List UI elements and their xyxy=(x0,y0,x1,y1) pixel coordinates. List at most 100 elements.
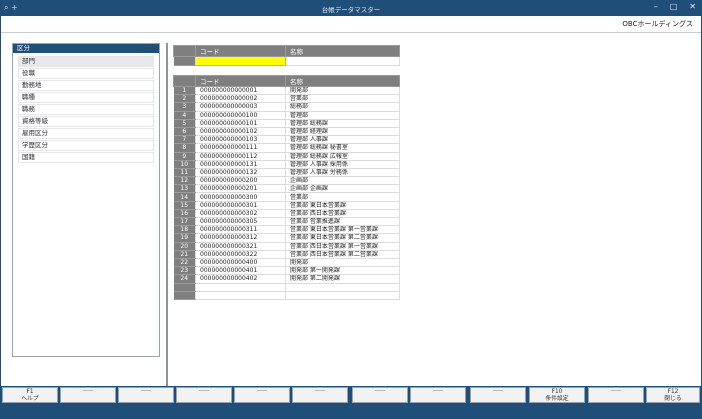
code-column-header[interactable]: コード xyxy=(195,75,286,87)
table-row[interactable]: 14 000000000000300 営業部 xyxy=(173,192,400,202)
name-column-header[interactable]: 名称 xyxy=(285,75,400,87)
table-row[interactable]: 20 000000000000321 営業部 西日本営業課 第一営業課 xyxy=(173,242,400,251)
code-cell: 000000000000101 xyxy=(195,119,286,128)
table-row[interactable]: 9 000000000000112 管理部 総務課 広報室 xyxy=(173,152,400,161)
category-panel-title: 区分 xyxy=(13,44,159,53)
table-row[interactable]: 13 000000000000201 企画部 企画課 xyxy=(173,184,400,194)
name-cell: 営業部 西日本営業課 第二営業課 xyxy=(285,250,400,259)
table-row[interactable]: 18 000000000000311 営業部 東日本営業課 第一営業課 xyxy=(173,225,400,235)
category-item[interactable]: 職種 xyxy=(18,92,154,103)
function-key-tick xyxy=(199,390,209,391)
row-number: 6 xyxy=(173,127,196,137)
function-key-empty[interactable] xyxy=(352,387,408,403)
row-number xyxy=(173,283,196,292)
row-number: 20 xyxy=(173,242,196,251)
function-key-f10[interactable]: F10 条件設定 xyxy=(529,387,585,403)
table-row[interactable]: 3 000000000000003 総務部 xyxy=(173,102,400,112)
code-cell: 000000000000112 xyxy=(195,152,286,161)
category-item[interactable]: 勤務地 xyxy=(18,80,154,91)
name-cell: 営業部 営業推進課 xyxy=(285,217,400,227)
row-number: 16 xyxy=(173,209,196,219)
table-row[interactable]: 8 000000000000111 管理部 総務課 秘書室 xyxy=(173,143,400,153)
function-key-label: ヘルプ xyxy=(21,396,39,402)
function-key-tick xyxy=(315,390,325,391)
function-key-empty[interactable] xyxy=(118,387,174,403)
function-key-empty[interactable] xyxy=(292,387,348,403)
function-key-f1[interactable]: F1 ヘルプ xyxy=(2,387,58,403)
name-cell: 管理部 総務課 xyxy=(285,119,400,128)
category-item[interactable]: 雇用区分 xyxy=(18,128,154,139)
table-row[interactable]: 22 000000000000400 開発部 xyxy=(173,258,400,268)
table-row[interactable]: 23 000000000000401 開発部 第一開発課 xyxy=(173,266,400,276)
table-row[interactable]: 24 000000000000402 開発部 第二開発課 xyxy=(173,274,400,284)
code-cell: 000000000000111 xyxy=(195,143,286,153)
minimize-icon[interactable]: – xyxy=(654,2,658,11)
condition-code-input[interactable] xyxy=(195,56,286,66)
category-item[interactable]: 国籍 xyxy=(18,152,154,163)
table-row[interactable]: 10 000000000000131 管理部 人事課 採用係 xyxy=(173,160,400,169)
code-cell: 000000000000200 xyxy=(195,176,286,186)
code-cell: 000000000000311 xyxy=(195,225,286,235)
table-row[interactable]: 1 000000000000001 開発部 xyxy=(173,86,400,96)
empty-row[interactable] xyxy=(173,291,400,300)
table-row[interactable]: 17 000000000000305 営業部 営業推進課 xyxy=(173,217,400,227)
function-key-empty[interactable] xyxy=(470,387,526,403)
table-row[interactable]: 12 000000000000200 企画部 xyxy=(173,176,400,186)
function-key-empty[interactable] xyxy=(588,387,644,403)
row-number: 1 xyxy=(173,86,196,96)
category-panel: 区分 部門 役職 勤務地 職種 職務 資格等級 雇用区分 学歴区分 国籍 xyxy=(12,43,160,357)
table-row[interactable]: 15 000000000000301 営業部 東日本営業課 xyxy=(173,201,400,210)
window-controls: – □ ✕ xyxy=(654,2,696,11)
table-row[interactable]: 11 000000000000132 管理部 人事課 労務係 xyxy=(173,168,400,178)
function-key-number: F12 xyxy=(667,389,679,395)
condition-name-input[interactable] xyxy=(285,56,400,66)
category-item[interactable]: 部門 xyxy=(18,56,154,67)
function-key-f12[interactable]: F12 閉じる xyxy=(646,387,700,403)
table-row[interactable]: 5 000000000000101 管理部 総務課 xyxy=(173,119,400,128)
table-row[interactable]: 4 000000000000100 管理部 xyxy=(173,111,400,120)
table-row[interactable]: 16 000000000000302 営業部 西日本営業課 xyxy=(173,209,400,219)
maximize-icon[interactable]: □ xyxy=(670,2,678,11)
name-cell: 総務部 xyxy=(285,102,400,112)
empty-row[interactable] xyxy=(173,283,400,292)
function-key-tick xyxy=(141,390,151,391)
close-icon[interactable]: ✕ xyxy=(689,2,696,11)
function-key-tick xyxy=(611,390,621,391)
name-cell: 営業部 xyxy=(285,94,400,104)
name-cell: 開発部 第一開発課 xyxy=(285,266,400,276)
category-list: 部門 役職 勤務地 職種 職務 資格等級 雇用区分 学歴区分 国籍 xyxy=(13,56,159,163)
pane-splitter[interactable] xyxy=(166,43,168,400)
category-item[interactable]: 職務 xyxy=(18,104,154,115)
code-cell: 000000000000302 xyxy=(195,209,286,219)
category-item[interactable]: 学歴区分 xyxy=(18,140,154,151)
function-key-empty[interactable] xyxy=(60,387,116,403)
table-row[interactable]: 2 000000000000002 営業部 xyxy=(173,94,400,104)
category-item[interactable]: 役職 xyxy=(18,68,154,79)
table-row[interactable]: 19 000000000000312 営業部 東日本営業課 第二営業課 xyxy=(173,233,400,243)
name-cell: 営業部 東日本営業課 xyxy=(285,201,400,210)
condition-name-header: 名称 xyxy=(285,45,400,57)
code-cell: 000000000000402 xyxy=(195,274,286,284)
name-cell: 企画部 xyxy=(285,176,400,186)
name-cell: 企画部 企画課 xyxy=(285,184,400,194)
function-key-empty[interactable] xyxy=(234,387,290,403)
code-cell: 000000000000322 xyxy=(195,250,286,259)
name-cell: 管理部 総務課 秘書室 xyxy=(285,143,400,153)
table-row[interactable]: 6 000000000000102 管理部 経理課 xyxy=(173,127,400,137)
function-key-empty[interactable] xyxy=(176,387,232,403)
name-cell: 開発部 第二開発課 xyxy=(285,274,400,284)
row-number: 21 xyxy=(173,250,196,259)
name-cell: 開発部 xyxy=(285,86,400,96)
row-number: 18 xyxy=(173,225,196,235)
function-key-bar: F1 ヘルプ F10 条件設定 F12 閉じる xyxy=(0,386,702,403)
category-item[interactable]: 資格等級 xyxy=(18,116,154,127)
name-cell: 営業部 西日本営業課 第一営業課 xyxy=(285,242,400,251)
code-cell: 000000000000400 xyxy=(195,258,286,268)
code-cell: 000000000000201 xyxy=(195,184,286,194)
name-cell: 営業部 西日本営業課 xyxy=(285,209,400,219)
table-row[interactable]: 21 000000000000322 営業部 西日本営業課 第二営業課 xyxy=(173,250,400,259)
table-row[interactable]: 7 000000000000103 管理部 人事課 xyxy=(173,135,400,145)
function-key-empty[interactable] xyxy=(410,387,466,403)
row-number: 9 xyxy=(173,152,196,161)
function-key-number: F10 xyxy=(551,389,563,395)
